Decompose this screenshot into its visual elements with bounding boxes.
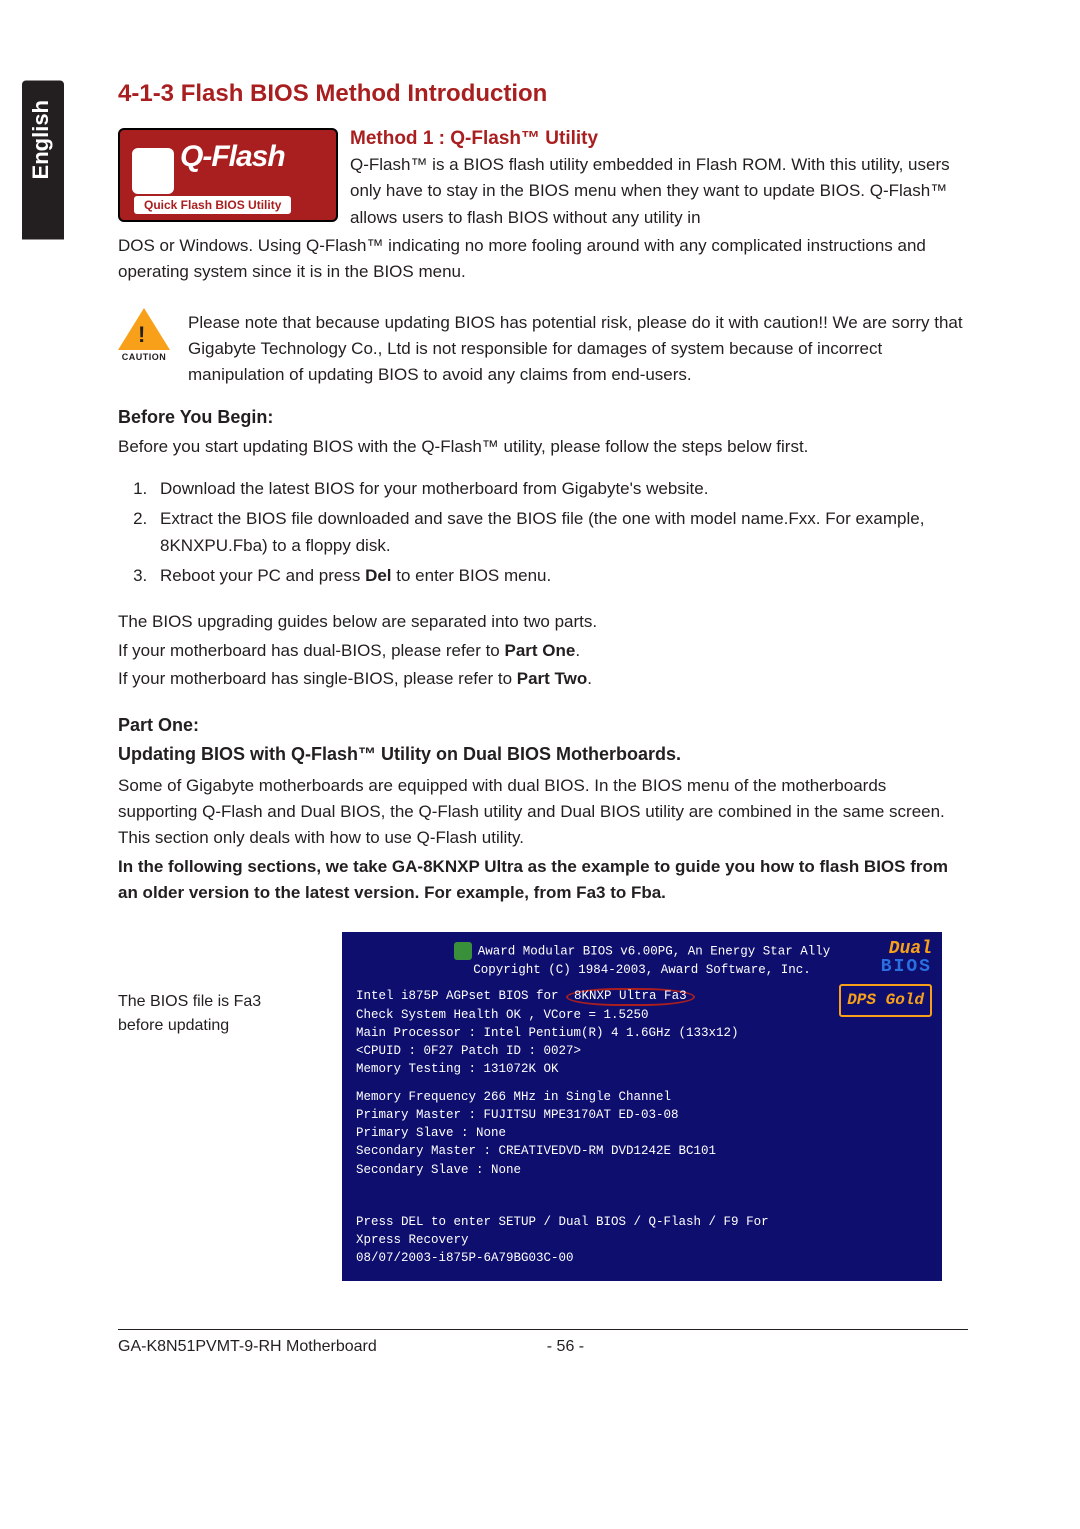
before-step3: Reboot your PC and press Del to enter BI… (152, 563, 968, 589)
dps-gold-badge: DPS Gold (839, 984, 932, 1017)
bios-screenshot: DualBIOS DPS Gold Award Modular BIOS v6.… (342, 932, 942, 1281)
page-content: 4-1-3 Flash BIOS Method Introduction Q-F… (118, 80, 968, 1356)
before-lead: Before you start updating BIOS with the … (118, 434, 968, 460)
method1-intro2: DOS or Windows. Using Q-Flash™ indicatin… (118, 233, 968, 286)
before-steps: Download the latest BIOS for your mother… (152, 476, 968, 589)
part-one-heading: Part One: (118, 715, 968, 736)
guides-line1: The BIOS upgrading guides below are sepa… (118, 609, 968, 635)
chip-icon (132, 148, 174, 194)
dual-bios-badge: DualBIOS (839, 940, 932, 976)
bios-version-circle: 8KNXP Ultra Fa3 (566, 988, 695, 1006)
footer: GA-K8N51PVMT-9-RH Motherboard - 56 - (118, 1330, 968, 1356)
guides-line2: If your motherboard has dual-BIOS, pleas… (118, 638, 968, 664)
before-step2: Extract the BIOS file downloaded and sav… (152, 506, 968, 559)
qflash-logo-sub: Quick Flash BIOS Utility (134, 196, 291, 214)
before-heading: Before You Begin: (118, 407, 968, 428)
before-step1: Download the latest BIOS for your mother… (152, 476, 968, 502)
footer-page: - 56 - (547, 1338, 584, 1356)
part-one-bold: In the following sections, we take GA-8K… (118, 854, 968, 907)
method1-intro1: Q-Flash™ is a BIOS flash utility embedde… (350, 152, 968, 231)
language-tab: English (22, 80, 64, 239)
footer-model: GA-K8N51PVMT-9-RH Motherboard (118, 1338, 377, 1356)
bios-side-note: The BIOS file is Fa3 before updating (118, 932, 306, 1038)
method1-title: Method 1 : Q-Flash™ Utility (350, 128, 968, 150)
part-one-sub: Updating BIOS with Q-Flash™ Utility on D… (118, 744, 968, 765)
qflash-logo-text: Q-Flash (180, 140, 285, 174)
qflash-logo: Q-Flash Quick Flash BIOS Utility (118, 128, 338, 222)
section-title: 4-1-3 Flash BIOS Method Introduction (118, 80, 968, 108)
guides-line3: If your motherboard has single-BIOS, ple… (118, 666, 968, 692)
bios-body: Intel i875P AGPset BIOS for 8KNXP Ultra … (356, 987, 928, 1267)
energy-star-icon (454, 942, 472, 960)
caution-text: Please note that because updating BIOS h… (188, 310, 968, 389)
caution-icon: CAUTION (118, 308, 170, 362)
bios-badges: DualBIOS DPS Gold (839, 940, 932, 1017)
part-one-para: Some of Gigabyte motherboards are equipp… (118, 773, 968, 852)
caution-label: CAUTION (118, 352, 170, 362)
